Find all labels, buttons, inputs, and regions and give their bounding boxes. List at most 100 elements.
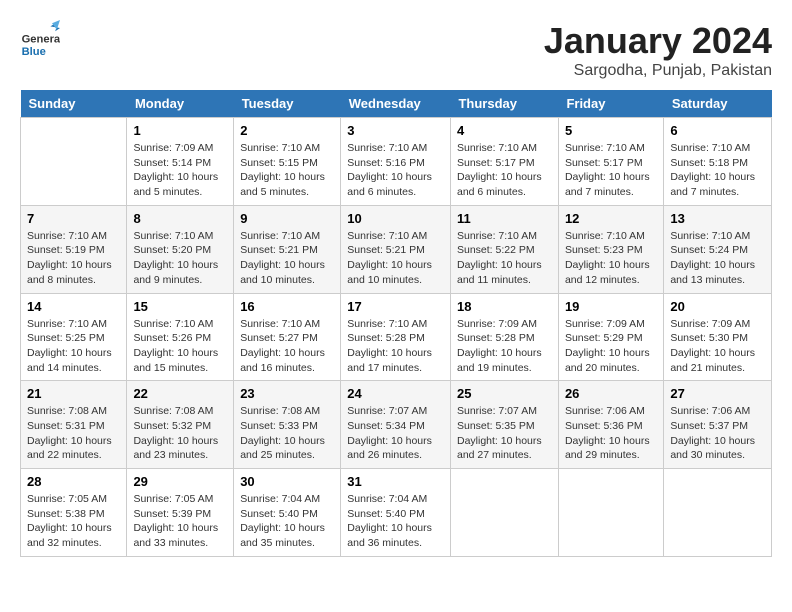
- day-info: Sunrise: 7:10 AM Sunset: 5:17 PM Dayligh…: [565, 141, 657, 200]
- calendar-cell: 13 Sunrise: 7:10 AM Sunset: 5:24 PM Dayli…: [664, 205, 772, 293]
- calendar-cell: 17 Sunrise: 7:10 AM Sunset: 5:28 PM Dayli…: [341, 293, 451, 381]
- calendar-cell: 20 Sunrise: 7:09 AM Sunset: 5:30 PM Dayli…: [664, 293, 772, 381]
- weekday-header: Friday: [558, 90, 663, 118]
- calendar-cell: 10Sunrise: 7:10 AM Sunset: 5:21 PM Dayli…: [341, 205, 451, 293]
- day-number: 25: [457, 386, 552, 401]
- calendar-cell: 28 Sunrise: 7:05 AM Sunset: 5:38 PM Dayli…: [21, 469, 127, 557]
- day-number: 4: [457, 123, 552, 138]
- day-info: Sunrise: 7:10 AM Sunset: 5:23 PM Dayligh…: [565, 229, 657, 288]
- calendar-cell: 15 Sunrise: 7:10 AM Sunset: 5:26 PM Dayli…: [127, 293, 234, 381]
- calendar-cell: 4 Sunrise: 7:10 AM Sunset: 5:17 PM Daylig…: [450, 118, 558, 206]
- day-info: Sunrise: 7:06 AM Sunset: 5:36 PM Dayligh…: [565, 404, 657, 463]
- calendar-cell: 25 Sunrise: 7:07 AM Sunset: 5:35 PM Dayli…: [450, 381, 558, 469]
- calendar-cell: 8 Sunrise: 7:10 AM Sunset: 5:20 PM Daylig…: [127, 205, 234, 293]
- day-number: 1: [133, 123, 227, 138]
- day-number: 22: [133, 386, 227, 401]
- day-number: 24: [347, 386, 444, 401]
- calendar-cell: 19 Sunrise: 7:09 AM Sunset: 5:29 PM Dayli…: [558, 293, 663, 381]
- day-number: 15: [133, 299, 227, 314]
- logo: General Blue: [20, 20, 60, 60]
- title-area: January 2024 Sargodha, Punjab, Pakistan: [544, 20, 772, 80]
- weekday-header: Saturday: [664, 90, 772, 118]
- calendar-cell: 5 Sunrise: 7:10 AM Sunset: 5:17 PM Daylig…: [558, 118, 663, 206]
- calendar-week-row: 1Sunrise: 7:09 AM Sunset: 5:14 PM Daylig…: [21, 118, 772, 206]
- month-title: January 2024: [544, 20, 772, 62]
- day-number: 16: [240, 299, 334, 314]
- day-number: 20: [670, 299, 765, 314]
- day-info: Sunrise: 7:10 AM Sunset: 5:26 PM Dayligh…: [133, 317, 227, 376]
- calendar-cell: [558, 469, 663, 557]
- day-info: Sunrise: 7:07 AM Sunset: 5:35 PM Dayligh…: [457, 404, 552, 463]
- calendar-cell: 26 Sunrise: 7:06 AM Sunset: 5:36 PM Dayli…: [558, 381, 663, 469]
- day-number: 23: [240, 386, 334, 401]
- calendar-cell: 3Sunrise: 7:10 AM Sunset: 5:16 PM Daylig…: [341, 118, 451, 206]
- weekday-header: Wednesday: [341, 90, 451, 118]
- weekday-header: Sunday: [21, 90, 127, 118]
- day-info: Sunrise: 7:10 AM Sunset: 5:20 PM Dayligh…: [133, 229, 227, 288]
- day-number: 28: [27, 474, 120, 489]
- logo-icon: General Blue: [20, 20, 60, 60]
- day-number: 9: [240, 211, 334, 226]
- day-number: 19: [565, 299, 657, 314]
- day-info: Sunrise: 7:10 AM Sunset: 5:21 PM Dayligh…: [240, 229, 334, 288]
- weekday-header: Tuesday: [234, 90, 341, 118]
- calendar-table: SundayMondayTuesdayWednesdayThursdayFrid…: [20, 90, 772, 557]
- day-number: 11: [457, 211, 552, 226]
- day-number: 29: [133, 474, 227, 489]
- day-info: Sunrise: 7:10 AM Sunset: 5:17 PM Dayligh…: [457, 141, 552, 200]
- weekday-header: Thursday: [450, 90, 558, 118]
- day-number: 3: [347, 123, 444, 138]
- day-info: Sunrise: 7:09 AM Sunset: 5:29 PM Dayligh…: [565, 317, 657, 376]
- calendar-cell: 9 Sunrise: 7:10 AM Sunset: 5:21 PM Daylig…: [234, 205, 341, 293]
- day-info: Sunrise: 7:07 AM Sunset: 5:34 PM Dayligh…: [347, 404, 444, 463]
- svg-text:Blue: Blue: [22, 46, 46, 58]
- page-header: General Blue January 2024 Sargodha, Punj…: [20, 20, 772, 80]
- calendar-cell: 16 Sunrise: 7:10 AM Sunset: 5:27 PM Dayli…: [234, 293, 341, 381]
- calendar-cell: 27Sunrise: 7:06 AM Sunset: 5:37 PM Dayli…: [664, 381, 772, 469]
- calendar-cell: 6 Sunrise: 7:10 AM Sunset: 5:18 PM Daylig…: [664, 118, 772, 206]
- day-number: 14: [27, 299, 120, 314]
- calendar-week-row: 21Sunrise: 7:08 AM Sunset: 5:31 PM Dayli…: [21, 381, 772, 469]
- calendar-week-row: 28 Sunrise: 7:05 AM Sunset: 5:38 PM Dayli…: [21, 469, 772, 557]
- calendar-cell: 12 Sunrise: 7:10 AM Sunset: 5:23 PM Dayli…: [558, 205, 663, 293]
- day-info: Sunrise: 7:08 AM Sunset: 5:32 PM Dayligh…: [133, 404, 227, 463]
- calendar-cell: 24 Sunrise: 7:07 AM Sunset: 5:34 PM Dayli…: [341, 381, 451, 469]
- day-number: 31: [347, 474, 444, 489]
- calendar-cell: 22 Sunrise: 7:08 AM Sunset: 5:32 PM Dayli…: [127, 381, 234, 469]
- calendar-cell: 1Sunrise: 7:09 AM Sunset: 5:14 PM Daylig…: [127, 118, 234, 206]
- day-number: 26: [565, 386, 657, 401]
- day-number: 8: [133, 211, 227, 226]
- day-info: Sunrise: 7:10 AM Sunset: 5:22 PM Dayligh…: [457, 229, 552, 288]
- day-info: Sunrise: 7:10 AM Sunset: 5:28 PM Dayligh…: [347, 317, 444, 376]
- day-number: 6: [670, 123, 765, 138]
- calendar-cell: 31Sunrise: 7:04 AM Sunset: 5:40 PM Dayli…: [341, 469, 451, 557]
- calendar-cell: 23Sunrise: 7:08 AM Sunset: 5:33 PM Dayli…: [234, 381, 341, 469]
- day-info: Sunrise: 7:10 AM Sunset: 5:18 PM Dayligh…: [670, 141, 765, 200]
- day-info: Sunrise: 7:10 AM Sunset: 5:24 PM Dayligh…: [670, 229, 765, 288]
- day-info: Sunrise: 7:10 AM Sunset: 5:15 PM Dayligh…: [240, 141, 334, 200]
- calendar-week-row: 14Sunrise: 7:10 AM Sunset: 5:25 PM Dayli…: [21, 293, 772, 381]
- day-info: Sunrise: 7:05 AM Sunset: 5:38 PM Dayligh…: [27, 492, 120, 551]
- calendar-cell: 14Sunrise: 7:10 AM Sunset: 5:25 PM Dayli…: [21, 293, 127, 381]
- calendar-cell: 2 Sunrise: 7:10 AM Sunset: 5:15 PM Daylig…: [234, 118, 341, 206]
- day-info: Sunrise: 7:10 AM Sunset: 5:19 PM Dayligh…: [27, 229, 120, 288]
- day-number: 5: [565, 123, 657, 138]
- day-info: Sunrise: 7:09 AM Sunset: 5:30 PM Dayligh…: [670, 317, 765, 376]
- calendar-cell: 18 Sunrise: 7:09 AM Sunset: 5:28 PM Dayli…: [450, 293, 558, 381]
- calendar-cell: 30Sunrise: 7:04 AM Sunset: 5:40 PM Dayli…: [234, 469, 341, 557]
- day-number: 12: [565, 211, 657, 226]
- day-info: Sunrise: 7:06 AM Sunset: 5:37 PM Dayligh…: [670, 404, 765, 463]
- calendar-cell: [21, 118, 127, 206]
- day-info: Sunrise: 7:09 AM Sunset: 5:28 PM Dayligh…: [457, 317, 552, 376]
- day-info: Sunrise: 7:05 AM Sunset: 5:39 PM Dayligh…: [133, 492, 227, 551]
- day-number: 13: [670, 211, 765, 226]
- day-info: Sunrise: 7:10 AM Sunset: 5:27 PM Dayligh…: [240, 317, 334, 376]
- calendar-cell: [664, 469, 772, 557]
- day-number: 17: [347, 299, 444, 314]
- day-number: 21: [27, 386, 120, 401]
- calendar-week-row: 7Sunrise: 7:10 AM Sunset: 5:19 PM Daylig…: [21, 205, 772, 293]
- calendar-cell: 7Sunrise: 7:10 AM Sunset: 5:19 PM Daylig…: [21, 205, 127, 293]
- day-number: 2: [240, 123, 334, 138]
- day-number: 18: [457, 299, 552, 314]
- calendar-cell: 21Sunrise: 7:08 AM Sunset: 5:31 PM Dayli…: [21, 381, 127, 469]
